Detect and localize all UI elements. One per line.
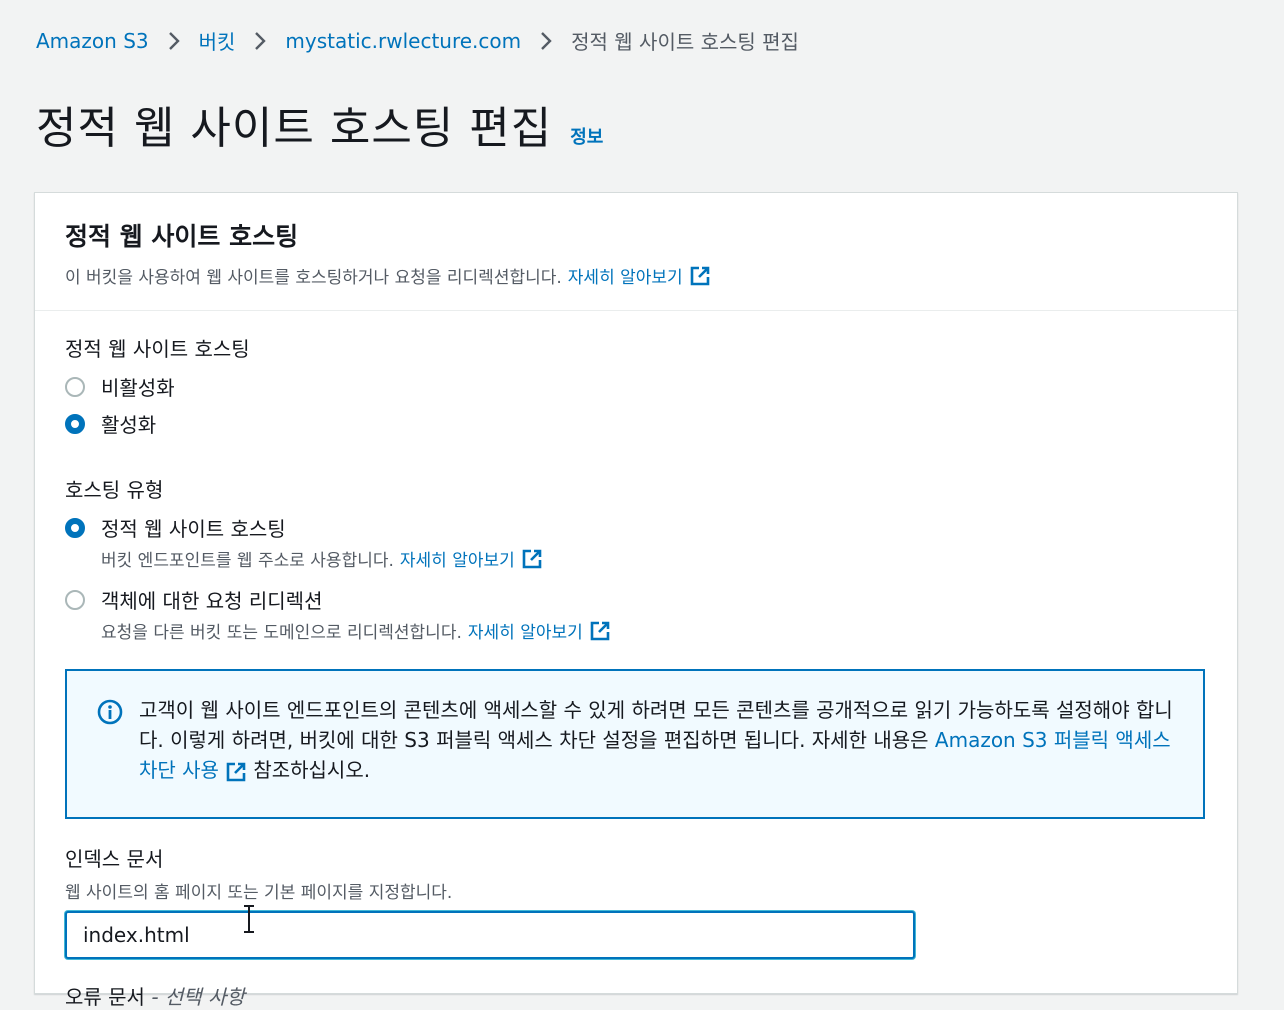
chevron-right-icon [541,31,552,50]
radio-disable-label: 비활성화 [101,376,175,400]
breadcrumb-link-amazon-s3[interactable]: Amazon S3 [36,29,149,53]
radio-static-hosting[interactable]: 정적 웹 사이트 호스팅 버킷 엔드포인트를 웹 주소로 사용합니다. 자세히 … [65,513,1207,571]
radio-static-hosting-control[interactable] [65,518,85,538]
redirect-learn-more-label: 자세히 알아보기 [467,623,583,643]
redirect-learn-more-link[interactable]: 자세히 알아보기 [468,618,611,643]
radio-static-hosting-description: 버킷 엔드포인트를 웹 주소로 사용합니다. 자세히 알아보기 [101,546,543,571]
learn-more-label: 자세히 알아보기 [567,268,683,288]
chevron-right-icon [168,31,180,50]
index-document-description: 웹 사이트의 홈 페이지 또는 기본 페이지를 지정합니다. [65,883,453,903]
radio-redirect-description-text: 요청을 다른 버킷 또는 도메인으로 리디렉션합니다. [101,623,462,643]
learn-more-link[interactable]: 자세히 알아보기 [568,263,711,288]
radio-enable[interactable]: 활성화 [65,409,1207,438]
error-document-label: 오류 문서 - 선택 사항 [65,981,1207,1010]
radio-enable-control[interactable] [65,414,85,434]
panel-description: 이 버킷을 사용하여 웹 사이트를 호스팅하거나 요청을 리디렉션합니다. 자세… [65,263,1207,288]
radio-redirect-control[interactable] [65,590,85,610]
external-link-icon [690,266,709,285]
public-access-alert: 고객이 웹 사이트 엔드포인트의 콘텐츠에 액세스할 수 있게 하려면 모든 콘… [65,669,1205,819]
text-cursor-icon [244,905,254,933]
error-document-optional: - 선택 사항 [151,985,245,1009]
static-hosting-learn-more-link[interactable]: 자세히 알아보기 [400,546,543,571]
panel-body: 정적 웹 사이트 호스팅 비활성화 활성화 호스팅 유형 정적 웹 사이트 호스… [35,311,1237,1010]
page-header: 정적 웹 사이트 호스팅 편집 정보 [36,92,603,156]
external-link-icon [522,549,542,568]
info-icon [97,699,123,725]
hosting-label: 정적 웹 사이트 호스팅 [65,337,250,361]
breadcrumb-link-bucket-name[interactable]: mystatic.rwlecture.com [285,29,521,53]
error-document-label-text: 오류 문서 [65,985,145,1009]
radio-redirect-label: 객체에 대한 요청 리디렉션 [101,589,323,613]
breadcrumb-link-buckets[interactable]: 버킷 [199,26,236,55]
info-link[interactable]: 정보 [570,123,603,149]
radio-disable[interactable]: 비활성화 [65,372,1207,401]
page-title: 정적 웹 사이트 호스팅 편집 [36,103,553,154]
hosting-type-label: 호스팅 유형 [65,478,164,502]
alert-suffix: 참조하십시오. [253,758,371,782]
static-hosting-learn-more-label: 자세히 알아보기 [399,551,515,571]
index-document-label: 인덱스 문서 [65,847,164,871]
external-link-icon [590,621,610,640]
radio-disable-control[interactable] [65,377,85,397]
radio-static-hosting-description-text: 버킷 엔드포인트를 웹 주소로 사용합니다. [101,551,394,571]
radio-redirect[interactable]: 객체에 대한 요청 리디렉션 요청을 다른 버킷 또는 도메인으로 리디렉션합니… [65,585,1207,643]
radio-redirect-content: 객체에 대한 요청 리디렉션 요청을 다른 버킷 또는 도메인으로 리디렉션합니… [101,585,611,643]
panel-header: 정적 웹 사이트 호스팅 이 버킷을 사용하여 웹 사이트를 호스팅하거나 요청… [35,193,1237,311]
breadcrumb-current: 정적 웹 사이트 호스팅 편집 [571,30,799,54]
breadcrumb: Amazon S3 버킷 mystatic.rwlecture.com 정적 웹… [36,26,799,55]
chevron-right-icon [255,31,267,50]
index-document-input[interactable] [65,911,915,959]
static-hosting-panel: 정적 웹 사이트 호스팅 이 버킷을 사용하여 웹 사이트를 호스팅하거나 요청… [34,192,1238,1009]
radio-static-hosting-label: 정적 웹 사이트 호스팅 [101,517,286,541]
radio-enable-label: 활성화 [101,413,157,437]
radio-static-hosting-content: 정적 웹 사이트 호스팅 버킷 엔드포인트를 웹 주소로 사용합니다. 자세히 … [101,513,543,571]
external-link-icon [226,762,246,781]
alert-text: 고객이 웹 사이트 엔드포인트의 콘텐츠에 액세스할 수 있게 하려면 모든 콘… [139,695,1173,817]
index-document-section: 인덱스 문서 웹 사이트의 홈 페이지 또는 기본 페이지를 지정합니다. [65,843,1207,959]
panel-description-text: 이 버킷을 사용하여 웹 사이트를 호스팅하거나 요청을 리디렉션합니다. [65,268,562,288]
radio-redirect-description: 요청을 다른 버킷 또는 도메인으로 리디렉션합니다. 자세히 알아보기 [101,618,611,643]
panel-title: 정적 웹 사이트 호스팅 [65,222,299,251]
